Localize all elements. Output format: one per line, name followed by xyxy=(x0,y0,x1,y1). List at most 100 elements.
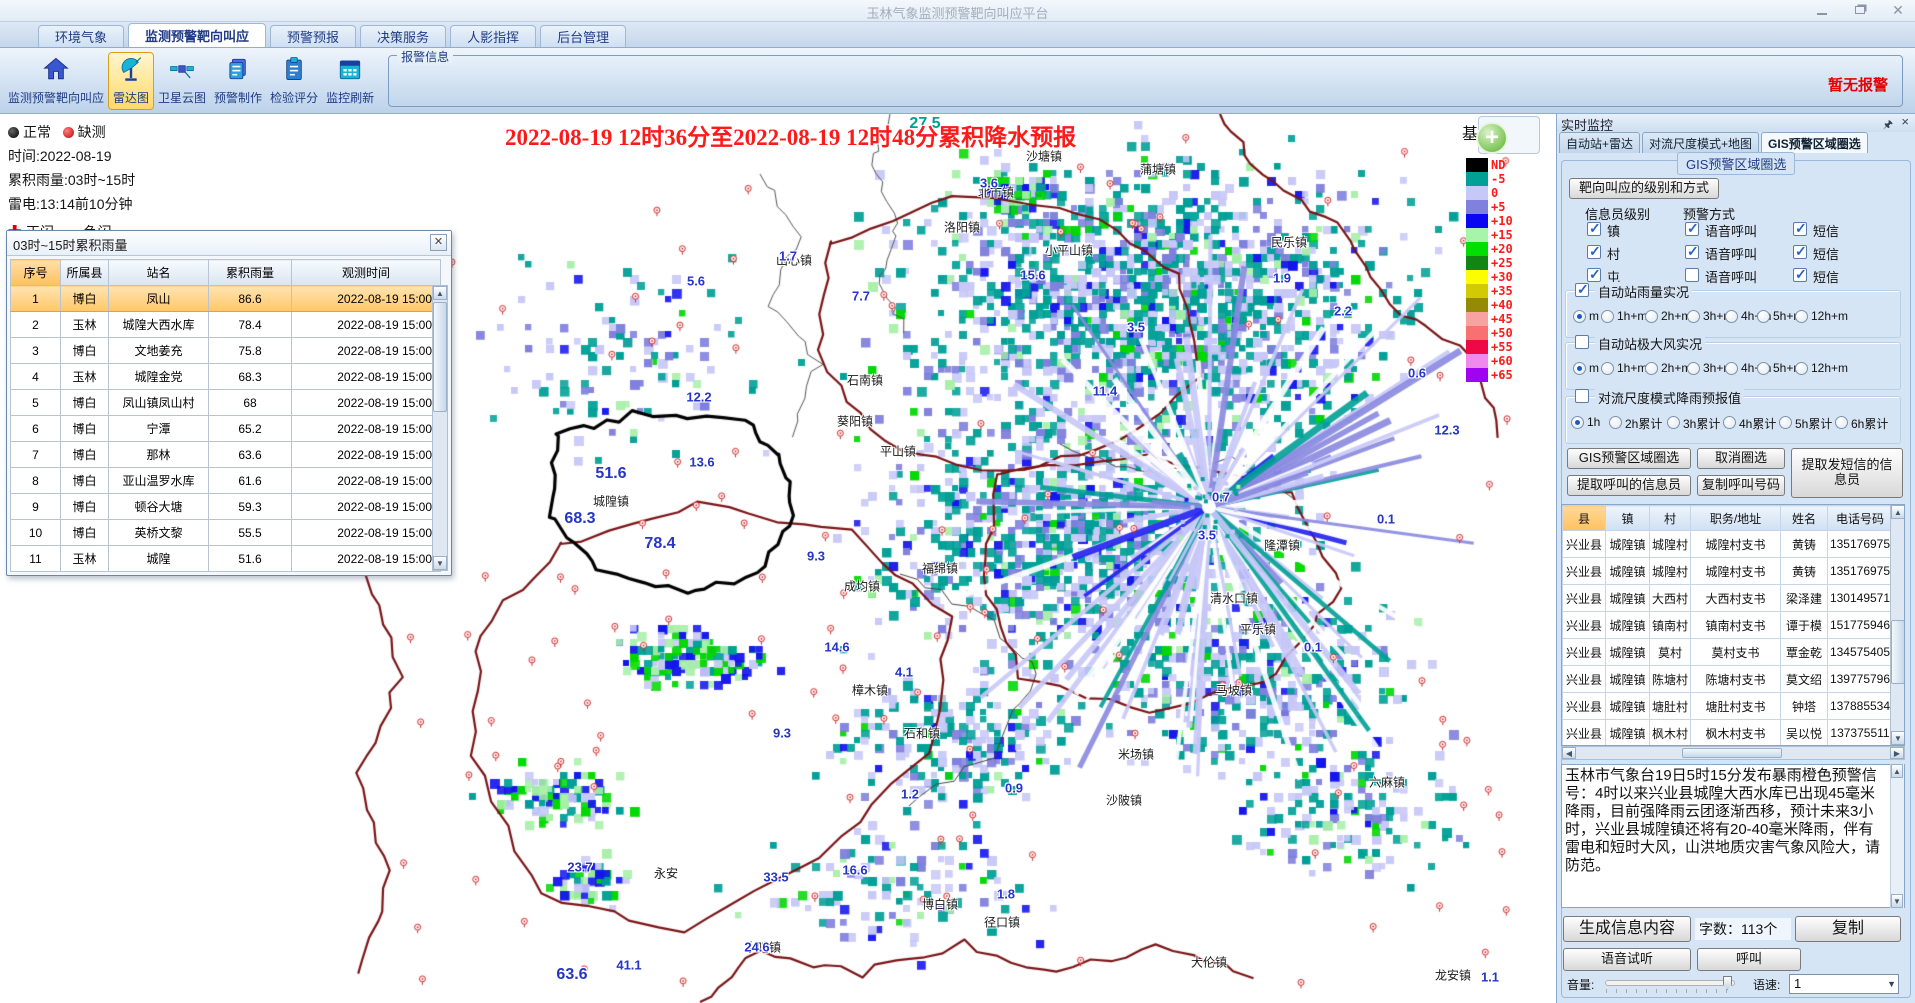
scroll-down-icon[interactable]: ▼ xyxy=(433,556,447,570)
model-forecast-radio-5h累计[interactable] xyxy=(1779,416,1792,429)
wind-realtime-radio-2h+m[interactable] xyxy=(1645,362,1658,375)
scroll-up-icon[interactable]: ▲ xyxy=(433,286,447,300)
rain-col-header[interactable]: 序号 xyxy=(11,260,61,286)
zoom-in-button[interactable]: + xyxy=(1476,122,1508,154)
rain-realtime-radio-4h+m[interactable] xyxy=(1725,310,1738,323)
table-row[interactable]: 4玉林城隍金党68.32022-08-19 15:00 xyxy=(11,364,441,390)
table-row[interactable]: 5博白凤山镇凤山村682022-08-19 15:00 xyxy=(11,390,441,416)
sms-checkbox[interactable] xyxy=(1793,222,1807,236)
toolbar-item-clipboard[interactable]: 检验评分 xyxy=(266,52,322,110)
toolbar-item-warning-doc[interactable]: 预警制作 xyxy=(210,52,266,110)
contact-col-header[interactable]: 姓名 xyxy=(1781,506,1828,531)
model-forecast-radio-1h[interactable] xyxy=(1571,416,1584,429)
wind-realtime-radio-12h+m[interactable] xyxy=(1795,362,1808,375)
contact-table-hscrollbar[interactable]: ◀ ▶ xyxy=(1561,746,1905,760)
scroll-thumb[interactable] xyxy=(1891,620,1905,684)
gis-select-button[interactable]: GIS预警区域圈选 xyxy=(1567,448,1691,469)
toolbar-item-calendar[interactable]: 监控刷新 xyxy=(322,52,378,110)
contact-col-header[interactable]: 村 xyxy=(1650,506,1691,531)
scroll-down-icon[interactable]: ▼ xyxy=(1891,731,1905,745)
panel-tab-0[interactable]: 自动站+雷达 xyxy=(1559,132,1640,153)
extract-sms-informers-button[interactable]: 提取发短信的信息员 xyxy=(1791,448,1903,498)
rain-table-scrollbar[interactable]: ▲ ▼ xyxy=(432,285,448,571)
level-checkbox-村[interactable] xyxy=(1587,245,1601,259)
contact-col-header[interactable]: 县 xyxy=(1563,506,1606,531)
toolbar-item-radar[interactable]: 雷达图 xyxy=(108,52,154,110)
scroll-thumb[interactable] xyxy=(433,302,447,412)
generate-message-button[interactable]: 生成信息内容 xyxy=(1563,916,1691,942)
menu-tab-0[interactable]: 环境气象 xyxy=(38,25,124,47)
table-row[interactable]: 2玉林城隍大西水库78.42022-08-19 15:00 xyxy=(11,312,441,338)
table-row[interactable]: 6博白宁潭65.22022-08-19 15:00 xyxy=(11,416,441,442)
panel-tab-2[interactable]: GIS预警区域圈选 xyxy=(1761,132,1868,153)
wind-realtime-radio-4h+m[interactable] xyxy=(1725,362,1738,375)
table-row[interactable]: 兴业县城隍镇城隍村城隍村支书黄铸135176975 xyxy=(1563,558,1893,585)
rain-realtime-radio-2h+m[interactable] xyxy=(1645,310,1658,323)
panel-tab-1[interactable]: 对流尺度模式+地图 xyxy=(1642,132,1759,153)
scroll-up-icon[interactable]: ▲ xyxy=(1891,764,1903,778)
cancel-select-button[interactable]: 取消圈选 xyxy=(1697,448,1785,469)
rain-realtime-checkbox[interactable] xyxy=(1575,283,1589,297)
table-row[interactable]: 兴业县城隍镇陈塘村陈塘村支书莫文绍139775796 xyxy=(1563,666,1893,693)
model-forecast-radio-4h累计[interactable] xyxy=(1723,416,1736,429)
level-checkbox-屯[interactable] xyxy=(1587,268,1601,282)
table-row[interactable]: 7博白那林63.62022-08-19 15:00 xyxy=(11,442,441,468)
menu-tab-5[interactable]: 后台管理 xyxy=(540,25,626,47)
table-row[interactable]: 10博白英桥文黎55.52022-08-19 15:00 xyxy=(11,520,441,546)
scroll-down-icon[interactable]: ▼ xyxy=(1891,894,1903,908)
wind-realtime-radio-1h+m[interactable] xyxy=(1601,362,1614,375)
model-forecast-radio-3h累计[interactable] xyxy=(1667,416,1680,429)
rain-realtime-radio-12h+m[interactable] xyxy=(1795,310,1808,323)
message-scrollbar[interactable]: ▲ ▼ xyxy=(1890,764,1904,908)
close-button[interactable]: ✕ xyxy=(1887,2,1909,18)
voice-checkbox[interactable] xyxy=(1685,268,1699,282)
level-checkbox-镇[interactable] xyxy=(1587,222,1601,236)
model-forecast-radio-2h累计[interactable] xyxy=(1609,416,1622,429)
extract-call-informers-button[interactable]: 提取呼叫的信息员 xyxy=(1567,475,1691,496)
panel-close-icon[interactable]: × xyxy=(1901,114,1909,129)
menu-tab-1[interactable]: 监测预警靶向叫应 xyxy=(128,23,266,47)
wind-realtime-checkbox[interactable] xyxy=(1575,335,1589,349)
call-level-mode-button[interactable]: 靶向叫应的级别和方式 xyxy=(1569,178,1719,199)
table-row[interactable]: 1博白凤山86.62022-08-19 15:00 xyxy=(11,286,441,312)
pin-icon[interactable]: 🖈 xyxy=(1883,116,1893,135)
table-row[interactable]: 8博白亚山温罗水库61.62022-08-19 15:00 xyxy=(11,468,441,494)
table-row[interactable]: 兴业县城隍镇镇南村镇南村支书谭于模151775946 xyxy=(1563,612,1893,639)
wind-realtime-radio-m[interactable] xyxy=(1573,362,1586,375)
rain-col-header[interactable]: 所属县 xyxy=(61,260,109,286)
menu-tab-3[interactable]: 决策服务 xyxy=(360,25,446,47)
table-row[interactable]: 兴业县城隍镇枫木村枫木村支书吴以悦137375511 xyxy=(1563,720,1893,747)
rain-col-header[interactable]: 站名 xyxy=(109,260,209,286)
copy-button[interactable]: 复制 xyxy=(1795,916,1901,942)
rain-window-close-icon[interactable]: ✕ xyxy=(430,234,447,251)
table-row[interactable]: 兴业县城隍镇城隍村城隍村支书黄铸135176975 xyxy=(1563,531,1893,558)
call-button[interactable]: 呼叫 xyxy=(1697,948,1801,971)
menu-tab-4[interactable]: 人影指挥 xyxy=(450,25,536,47)
voice-checkbox[interactable] xyxy=(1685,245,1699,259)
scroll-right-icon[interactable]: ▶ xyxy=(1890,747,1904,759)
toolbar-item-satellite[interactable]: 卫星云图 xyxy=(154,52,210,110)
copy-call-numbers-button[interactable]: 复制呼叫号码 xyxy=(1697,475,1785,496)
table-row[interactable]: 3博白文地姜充75.82022-08-19 15:00 xyxy=(11,338,441,364)
map-area[interactable]: 沙塘镇蒲塘镇北市镇洛阳镇小平山镇民乐镇山心镇石南镇葵阳镇平山镇城隍镇隆潭镇清水口… xyxy=(0,114,1556,1003)
maximize-button[interactable] xyxy=(1849,2,1871,18)
model-forecast-checkbox[interactable] xyxy=(1575,389,1589,403)
rain-realtime-radio-1h+m[interactable] xyxy=(1601,310,1614,323)
rain-realtime-radio-m[interactable] xyxy=(1573,310,1586,323)
contact-col-header[interactable]: 镇 xyxy=(1606,506,1650,531)
contact-table-vscrollbar[interactable]: ▲ ▼ xyxy=(1890,505,1904,745)
voice-checkbox[interactable] xyxy=(1685,222,1699,236)
sms-checkbox[interactable] xyxy=(1793,268,1807,282)
rain-realtime-radio-3h+m[interactable] xyxy=(1687,310,1700,323)
menu-tab-2[interactable]: 预警预报 xyxy=(270,25,356,47)
contact-col-header[interactable]: 电话号码 xyxy=(1828,506,1893,531)
scroll-thumb[interactable] xyxy=(1682,748,1782,758)
voice-preview-button[interactable]: 语音试听 xyxy=(1563,948,1691,971)
toolbar-item-home[interactable]: 监测预警靶向叫应 xyxy=(4,52,108,110)
sms-checkbox[interactable] xyxy=(1793,245,1807,259)
rain-window-titlebar[interactable]: 03时~15时累积雨量 ✕ xyxy=(7,231,451,256)
scroll-left-icon[interactable]: ◀ xyxy=(1562,747,1576,759)
speed-combobox[interactable]: 1 ▼ xyxy=(1789,974,1899,994)
warning-message-textarea[interactable]: 玉林市气象台19日5时15分发布暴雨橙色预警信号：4时以来兴业县城隍大西水库已出… xyxy=(1561,764,1905,908)
rain-col-header[interactable]: 累积雨量 xyxy=(209,260,292,286)
